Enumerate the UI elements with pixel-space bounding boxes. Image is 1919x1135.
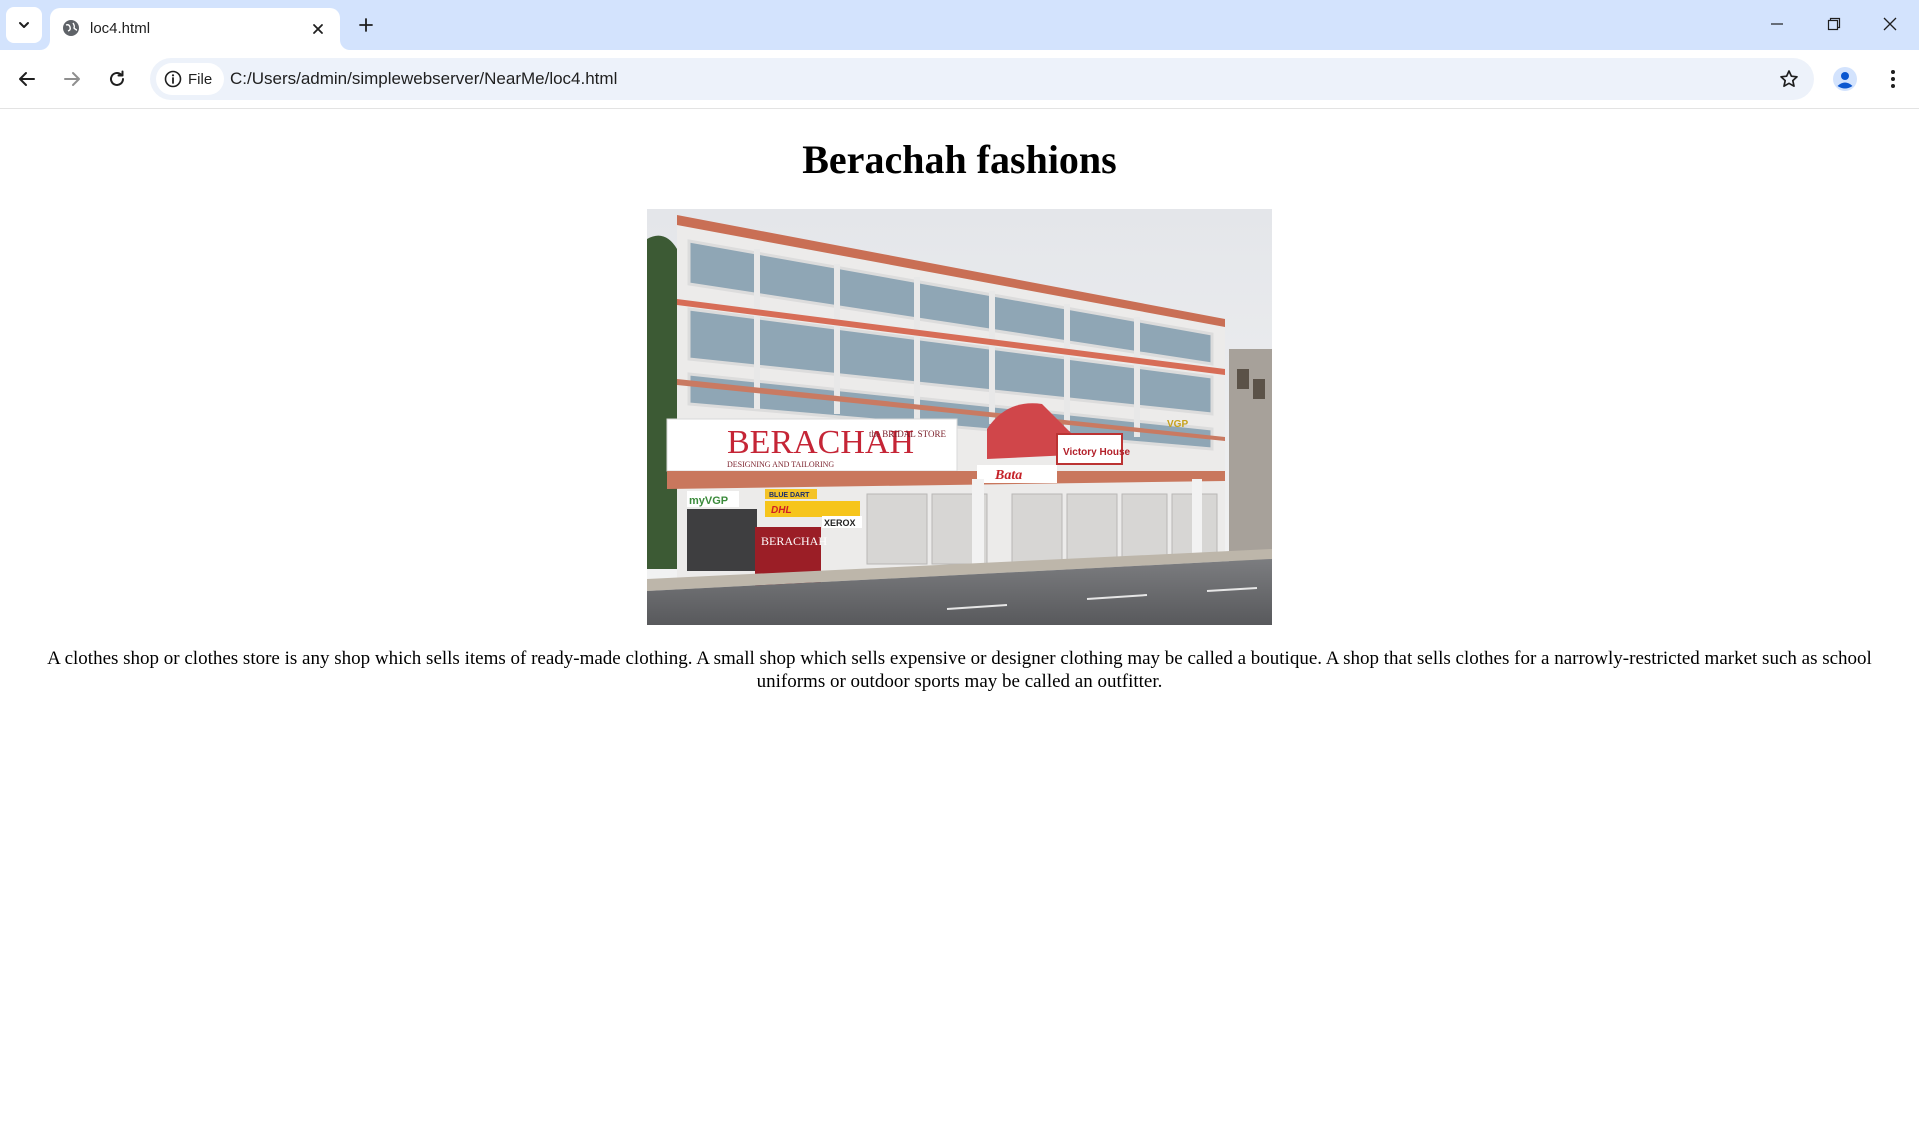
forward-arrow-icon xyxy=(64,72,80,86)
new-tab-button[interactable] xyxy=(352,11,380,39)
active-tab[interactable]: loc4.html xyxy=(50,8,340,50)
close-icon xyxy=(313,24,323,34)
svg-text:the BRIDAL STORE: the BRIDAL STORE xyxy=(869,429,947,439)
svg-text:XEROX: XEROX xyxy=(824,518,856,528)
tab-strip: loc4.html xyxy=(0,0,1919,50)
site-chip-label: File xyxy=(188,70,213,88)
minimize-icon xyxy=(1771,23,1783,25)
profile-button[interactable] xyxy=(1830,64,1860,94)
star-icon xyxy=(1780,70,1798,88)
tab-title: loc4.html xyxy=(90,20,151,37)
page-title: Berachah fashions xyxy=(802,137,1117,182)
shop-photo: BERACHAH DESIGNING AND TAILORING the BRI… xyxy=(647,209,1272,625)
svg-text:DESIGNING AND TAILORING: DESIGNING AND TAILORING xyxy=(727,460,834,469)
browser-menu-button[interactable] xyxy=(1878,64,1908,94)
plus-icon xyxy=(359,18,373,32)
address-bar[interactable]: File C:/Users/admin/simplewebserver/Near… xyxy=(150,58,1814,100)
tab-close-button[interactable] xyxy=(308,19,328,39)
info-icon xyxy=(164,70,182,88)
reload-icon xyxy=(110,70,124,86)
reload-button[interactable] xyxy=(100,62,134,96)
back-arrow-icon xyxy=(19,72,35,86)
minimize-button[interactable] xyxy=(1754,6,1800,42)
svg-text:BLUE DART: BLUE DART xyxy=(769,492,810,499)
kebab-menu-icon xyxy=(1891,70,1895,88)
chevron-down-icon xyxy=(19,22,29,28)
svg-text:Victory House: Victory House xyxy=(1063,447,1130,458)
person-icon xyxy=(1833,67,1857,91)
svg-text:DHL: DHL xyxy=(771,505,792,516)
svg-text:BERACHAH: BERACHAH xyxy=(761,534,827,548)
svg-text:myVGP: myVGP xyxy=(689,495,728,507)
close-icon xyxy=(1883,17,1897,31)
bookmark-button[interactable] xyxy=(1778,68,1800,90)
url-text[interactable]: C:/Users/admin/simplewebserver/NearMe/lo… xyxy=(230,69,617,89)
restore-icon xyxy=(1827,17,1841,31)
close-window-button[interactable] xyxy=(1867,6,1913,42)
tab-search-button[interactable] xyxy=(6,7,42,43)
restore-button[interactable] xyxy=(1811,6,1857,42)
site-info-chip[interactable]: File xyxy=(156,63,224,95)
globe-icon xyxy=(63,20,79,36)
browser-toolbar: File C:/Users/admin/simplewebserver/Near… xyxy=(0,50,1919,109)
back-button[interactable] xyxy=(10,62,44,96)
page-content: Berachah fashions BERACHAH DESIGNING AND… xyxy=(0,109,1919,693)
forward-button[interactable] xyxy=(55,62,89,96)
description-text: A clothes shop or clothes store is any s… xyxy=(47,648,1872,692)
svg-text:Bata: Bata xyxy=(994,468,1022,483)
svg-text:VGP: VGP xyxy=(1167,419,1188,430)
